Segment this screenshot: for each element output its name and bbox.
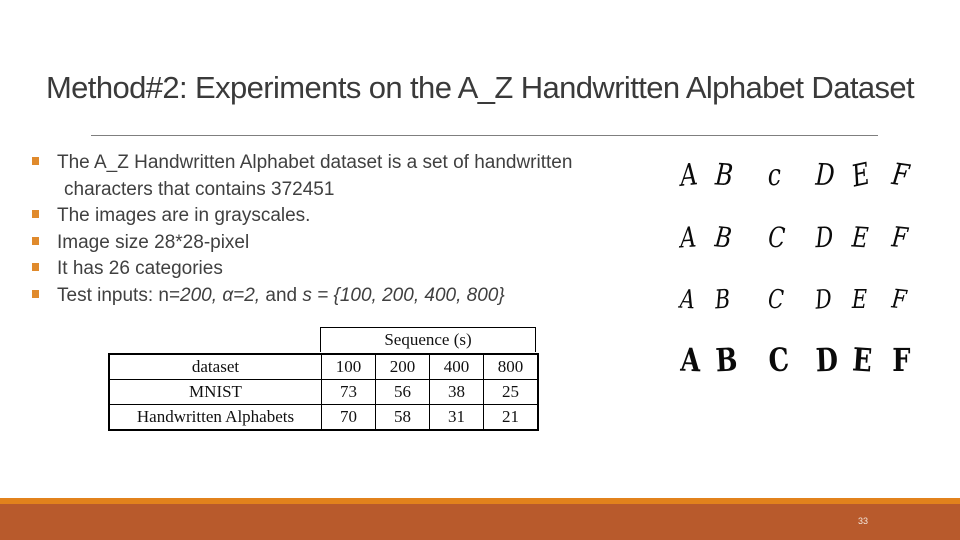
bullet-item: The images are in grayscales.: [32, 203, 672, 230]
handwritten-letter-d: D: [813, 284, 834, 316]
table-row: Handwritten Alphabets 70 58 31 21: [108, 404, 539, 431]
square-bullet-icon: [32, 263, 39, 271]
handwritten-letter-a: A: [679, 340, 702, 380]
handwritten-letter-f: F: [890, 220, 910, 255]
table-row: MNIST 73 56 38 25: [108, 379, 539, 405]
handwritten-letter-d: D: [814, 220, 834, 255]
column-header: 200: [375, 353, 430, 380]
bullet-text: It has 26 categories: [57, 258, 223, 279]
bullet-text: The images are in grayscales.: [57, 205, 311, 226]
handwritten-letter-f: F: [889, 157, 912, 194]
value-cell: 58: [375, 404, 430, 431]
bullet-list: The A_Z Handwritten Alphabet dataset is …: [32, 150, 672, 309]
handwritten-letter-c: C: [767, 340, 791, 380]
bullet-text-continuation: characters that contains 372451: [64, 178, 335, 200]
n-value: 200,: [180, 284, 218, 306]
column-header: 100: [321, 353, 376, 380]
handwritten-letter-a: A: [679, 284, 696, 316]
handwritten-samples-image: ABcDEFABCDEFABCDEFABCDEF: [668, 150, 918, 400]
square-bullet-icon: [32, 157, 39, 165]
bullet-item: The A_Z Handwritten Alphabet dataset is …: [32, 150, 672, 203]
square-bullet-icon: [32, 210, 39, 218]
handwritten-letter-d: D: [815, 340, 839, 380]
bullet-item: It has 26 categories: [32, 256, 672, 283]
handwritten-letter-b: B: [713, 284, 732, 316]
table-header-row: dataset 100 200 400 800: [108, 353, 539, 380]
handwritten-letter-a: A: [678, 157, 700, 194]
handwritten-letter-c: C: [767, 220, 786, 255]
bullet-text: The A_Z Handwritten Alphabet dataset is …: [57, 152, 573, 173]
column-header: dataset: [108, 353, 322, 380]
sequence-group-header: Sequence (s): [320, 327, 536, 352]
footer-bar: [0, 504, 960, 540]
handwritten-letter-e: E: [851, 285, 868, 315]
slide-title: Method#2: Experiments on the A_Z Handwri…: [45, 70, 915, 105]
column-header: 800: [483, 353, 539, 380]
handwritten-letter-f: F: [890, 284, 908, 316]
dataset-cell: MNIST: [108, 379, 322, 405]
square-bullet-icon: [32, 236, 39, 245]
handwritten-letter-d: D: [814, 157, 836, 194]
test-inputs-prefix: Test inputs: n=: [57, 284, 181, 306]
value-cell: 56: [375, 379, 430, 405]
value-cell: 73: [321, 379, 376, 405]
sample-row: ABCDEF: [668, 340, 918, 390]
handwritten-letter-e: E: [848, 156, 874, 195]
square-bullet-icon: [32, 289, 39, 298]
value-cell: 38: [429, 379, 484, 405]
handwritten-letter-b: B: [714, 340, 739, 380]
handwritten-letter-b: B: [713, 220, 734, 255]
bullet-text: Image size 28*28-pixel: [57, 231, 250, 253]
value-cell: 31: [429, 404, 484, 431]
value-cell: 25: [483, 379, 539, 405]
value-cell: 21: [483, 404, 539, 431]
value-cell: 70: [321, 404, 376, 431]
sample-row: AB CDEF: [668, 280, 918, 330]
sample-row: ABcDEF: [668, 156, 918, 206]
handwritten-letter-b: B: [714, 157, 735, 194]
and-text: and: [260, 284, 303, 306]
handwritten-letter-c: c: [766, 157, 783, 194]
s-values: s = {100, 200, 400, 800}: [302, 284, 505, 306]
title-divider: [91, 135, 878, 136]
handwritten-letter-f: F: [892, 341, 911, 379]
column-header: 400: [429, 353, 484, 380]
sample-row: ABCDEF: [668, 218, 918, 268]
results-table: dataset 100 200 400 800 MNIST 73 56 38 2…: [108, 353, 539, 431]
bullet-item: Test inputs: n=200, α=2, and s = {100, 2…: [32, 283, 672, 310]
alpha-value: α=2,: [222, 284, 261, 306]
handwritten-letter-e: E: [850, 220, 870, 255]
handwritten-letter-a: A: [678, 220, 698, 255]
handwritten-letter-c: C: [767, 284, 785, 316]
dataset-cell: Handwritten Alphabets: [108, 404, 322, 431]
handwritten-letter-e: E: [851, 340, 874, 380]
bullet-item: Image size 28*28-pixel: [32, 230, 672, 257]
page-number: 33: [858, 516, 869, 526]
